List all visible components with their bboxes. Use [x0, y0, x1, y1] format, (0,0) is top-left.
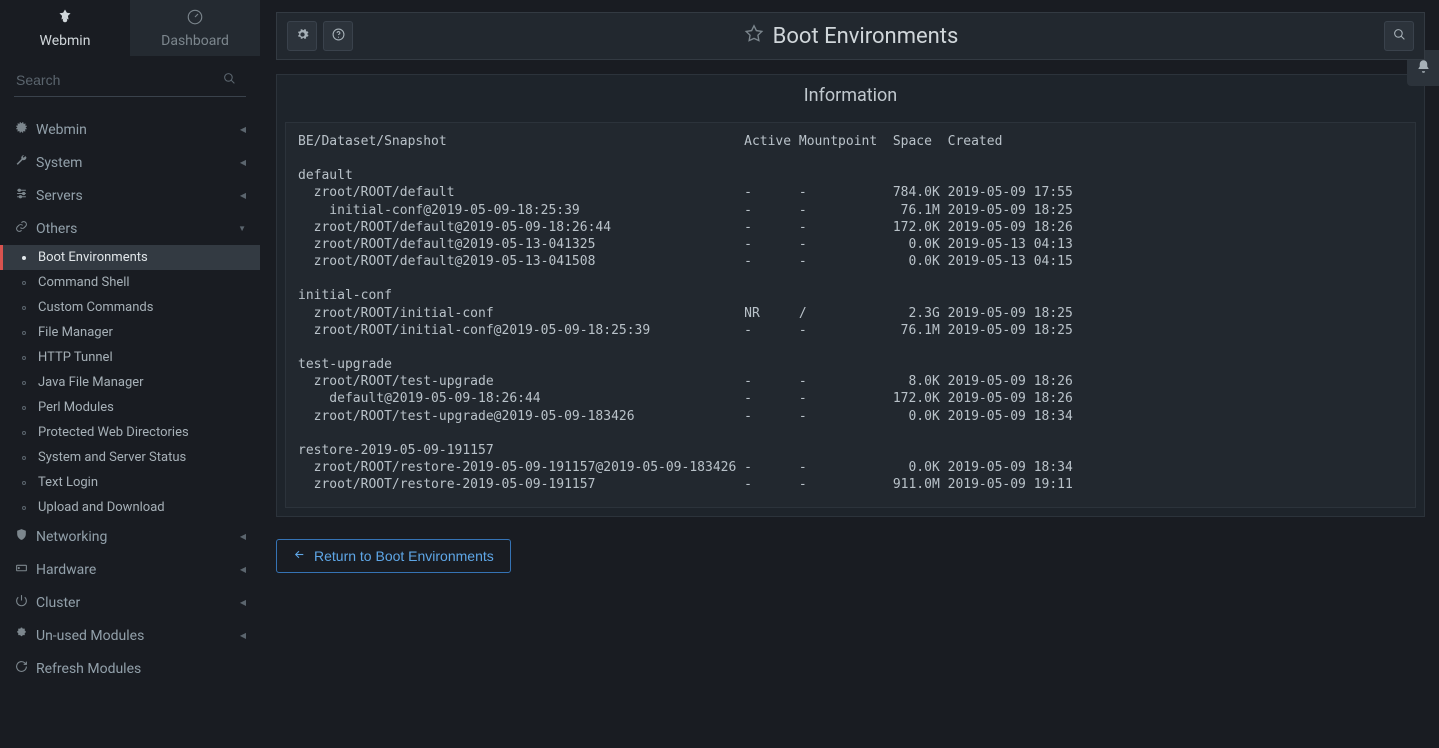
- nav-item-file-manager[interactable]: File Manager: [0, 320, 260, 345]
- nav-item-label: Text Login: [38, 475, 98, 490]
- nav-section-others[interactable]: Others ▼: [0, 212, 260, 245]
- puzzle-icon: [14, 627, 28, 644]
- nav-section-label: Servers: [36, 188, 83, 204]
- nav-section-label: Refresh Modules: [36, 661, 141, 677]
- nav-section-label: System: [36, 155, 82, 171]
- main-content: Boot Environments Information BE/Dataset…: [260, 0, 1439, 748]
- bullet-icon: [22, 356, 26, 360]
- nav-item-label: Boot Environments: [38, 250, 148, 265]
- tab-label: Dashboard: [161, 33, 229, 49]
- nav-section-hardware[interactable]: Hardware ◀: [0, 553, 260, 586]
- hdd-icon: [14, 561, 28, 578]
- nav-section-cluster[interactable]: Cluster ◀: [0, 586, 260, 619]
- nav-section-networking[interactable]: Networking ◀: [0, 520, 260, 553]
- help-button[interactable]: [323, 21, 353, 51]
- nav-item-perl-modules[interactable]: Perl Modules: [0, 395, 260, 420]
- nav-section-label: Webmin: [36, 122, 87, 138]
- gear-icon: [296, 28, 309, 45]
- chevron-left-icon: ◀: [240, 532, 246, 541]
- question-icon: [332, 28, 345, 45]
- sidebar-search: [0, 56, 260, 105]
- nav-section-label: Others: [36, 221, 77, 237]
- nav-item-upload-and-download[interactable]: Upload and Download: [0, 495, 260, 520]
- nav-item-java-file-manager[interactable]: Java File Manager: [0, 370, 260, 395]
- nav-item-protected-web-directories[interactable]: Protected Web Directories: [0, 420, 260, 445]
- nav-section-label: Cluster: [36, 595, 80, 611]
- bullet-icon: [22, 506, 26, 510]
- nav-section-webmin[interactable]: Webmin ◀: [0, 113, 260, 146]
- nav-section-un-used-modules[interactable]: Un-used Modules ◀: [0, 619, 260, 652]
- arrow-left-icon: [293, 548, 306, 564]
- nav-item-label: File Manager: [38, 325, 113, 340]
- nav-item-label: Java File Manager: [38, 375, 144, 390]
- sliders-icon: [14, 187, 28, 204]
- bell-icon: [1416, 59, 1431, 78]
- gauge-icon: [186, 8, 204, 33]
- nav-item-text-login[interactable]: Text Login: [0, 470, 260, 495]
- nav-item-label: Perl Modules: [38, 400, 114, 415]
- nav-item-system-and-server-status[interactable]: System and Server Status: [0, 445, 260, 470]
- nav-item-command-shell[interactable]: Command Shell: [0, 270, 260, 295]
- nav-section-label: Hardware: [36, 562, 96, 578]
- bullet-icon: [22, 331, 26, 335]
- favorite-star-icon[interactable]: [743, 23, 765, 49]
- chevron-left-icon: ◀: [240, 631, 246, 640]
- refresh-icon: [14, 660, 28, 677]
- sidebar-nav: Webmin ◀ System ◀ Servers ◀ Others ▼ Boot Env…: [0, 105, 260, 748]
- nav-item-label: HTTP Tunnel: [38, 350, 113, 365]
- shield-icon: [14, 528, 28, 545]
- search-input[interactable]: [14, 66, 246, 97]
- webmin-logo-icon: [56, 8, 74, 33]
- nav-item-label: Upload and Download: [38, 500, 165, 515]
- page-title: Boot Environments: [773, 24, 959, 49]
- panel-title: Information: [277, 75, 1424, 114]
- search-icon: [1393, 28, 1406, 45]
- nav-item-label: System and Server Status: [38, 450, 186, 465]
- page-search-button[interactable]: [1384, 21, 1414, 51]
- chevron-left-icon: ◀: [240, 158, 246, 167]
- panel-body: BE/Dataset/Snapshot Active Mountpoint Sp…: [285, 122, 1416, 508]
- wrench-icon: [14, 154, 28, 171]
- chevron-left-icon: ◀: [240, 125, 246, 134]
- chevron-left-icon: ◀: [240, 191, 246, 200]
- return-button-label: Return to Boot Environments: [314, 548, 494, 564]
- search-icon[interactable]: [223, 70, 236, 89]
- nav-item-label: Command Shell: [38, 275, 130, 290]
- settings-button[interactable]: [287, 21, 317, 51]
- tab-dashboard[interactable]: Dashboard: [130, 0, 260, 56]
- chevron-down-icon: ▼: [238, 224, 246, 233]
- bullet-icon: [22, 381, 26, 385]
- nav-section-label: Networking: [36, 529, 107, 545]
- link-icon: [14, 220, 28, 237]
- bullet-icon: [22, 281, 26, 285]
- bullet-icon: [22, 306, 26, 310]
- return-button[interactable]: Return to Boot Environments: [276, 539, 511, 573]
- bullet-icon: [22, 406, 26, 410]
- nav-item-boot-environments[interactable]: Boot Environments: [0, 245, 260, 270]
- sidebar-tabs: Webmin Dashboard: [0, 0, 260, 56]
- bullet-icon: [22, 456, 26, 460]
- nav-section-system[interactable]: System ◀: [0, 146, 260, 179]
- nav-item-custom-commands[interactable]: Custom Commands: [0, 295, 260, 320]
- information-text: BE/Dataset/Snapshot Active Mountpoint Sp…: [298, 133, 1403, 493]
- chevron-left-icon: ◀: [240, 565, 246, 574]
- nav-section-label: Un-used Modules: [36, 628, 144, 644]
- bullet-icon: [22, 481, 26, 485]
- chevron-left-icon: ◀: [240, 598, 246, 607]
- bullet-icon: [22, 431, 26, 435]
- gear-icon: [14, 121, 28, 138]
- nav-item-label: Protected Web Directories: [38, 425, 189, 440]
- page-header: Boot Environments: [276, 12, 1425, 60]
- nav-section-servers[interactable]: Servers ◀: [0, 179, 260, 212]
- information-panel: Information BE/Dataset/Snapshot Active M…: [276, 74, 1425, 517]
- nav-item-http-tunnel[interactable]: HTTP Tunnel: [0, 345, 260, 370]
- tab-webmin[interactable]: Webmin: [0, 0, 130, 56]
- sidebar: Webmin Dashboard Webmin ◀ System ◀ Servers…: [0, 0, 260, 748]
- power-icon: [14, 594, 28, 611]
- bullet-icon: [22, 256, 26, 260]
- nav-item-label: Custom Commands: [38, 300, 153, 315]
- nav-section-refresh-modules[interactable]: Refresh Modules: [0, 652, 260, 685]
- tab-label: Webmin: [40, 33, 91, 49]
